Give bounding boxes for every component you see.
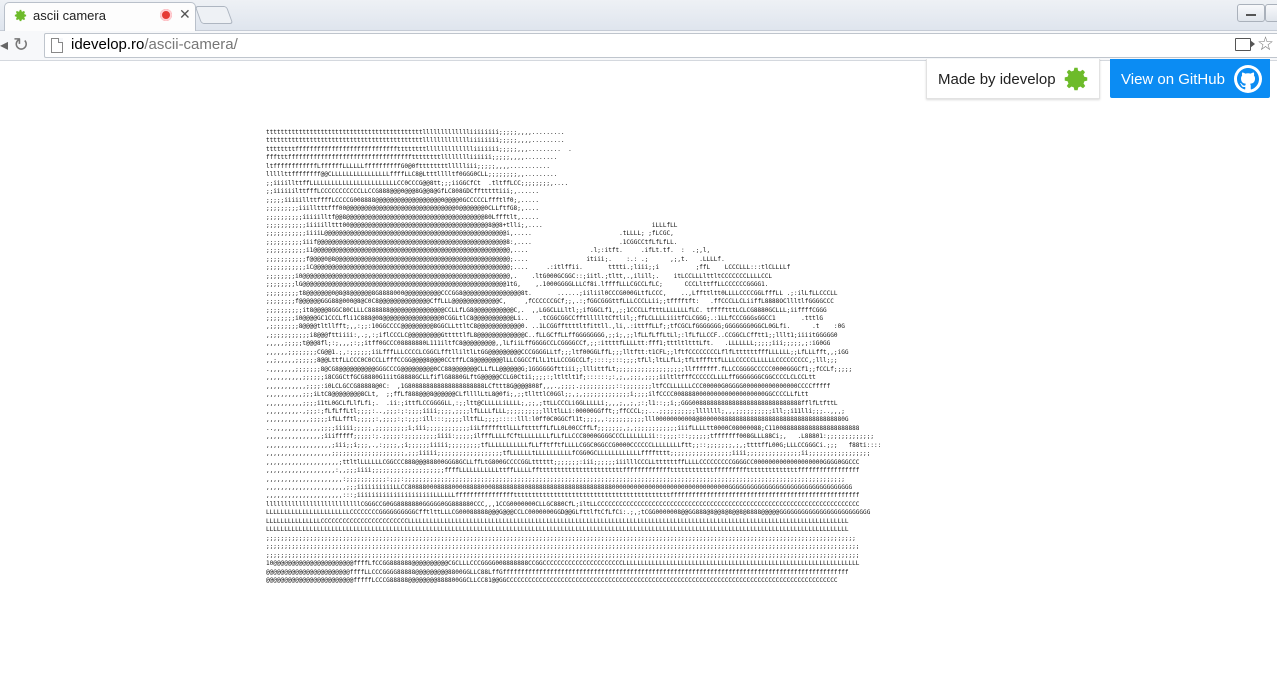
ascii-line: ;;;;;;;;;;it8@@@@8GGC80CLLLC888888@@@@@@… <box>266 306 827 314</box>
ascii-line: ffftttffffffffffffffffffffffffffffffffff… <box>266 154 558 162</box>
ascii-line: 10@@@@@@@@@@@@@@@@@@@@@@ffffLfCCGG888888… <box>266 560 860 568</box>
ascii-line: ;;;;;iiiiillttffffLCCCCG008888@@@@@@@@@@… <box>266 196 540 204</box>
gear-favicon-icon <box>13 8 28 28</box>
ascii-line: ,,,,,,,,,,,;;;;:i0LCLGCCG88888@0C: ,1G80… <box>266 382 831 390</box>
ascii-line: ;;;;;;;;lG@@@@@@@@@@@@@@@@@@@@@@@@@@@@@@… <box>266 281 769 289</box>
ascii-line: ,,,,,,,,,,;;;iLtC8@@@@@@@@8CLt, ;;ffLf88… <box>266 391 809 399</box>
ascii-line: tttttttttttttttttttttttttttttttttttttttt… <box>266 129 565 136</box>
ascii-line: ;;;;;;;;;;;iC@@@@@@@@@@@@@@@@@@@@@@@@@@@… <box>266 264 791 272</box>
maximize-window-button[interactable] <box>1265 4 1277 22</box>
ascii-line: ;;;;;;;;;;;i1@@@@@@@@@@@@@@@@@@@@@@@@@@@… <box>266 247 711 255</box>
ascii-line: LLLLLLLLLLLLLLLCCCCCCCCCCCCCCCCCCCCCCCCL… <box>266 517 849 525</box>
new-tab-button[interactable] <box>194 6 234 24</box>
ascii-line: ,,,,,,,,,,,,,,,,,,,:,,;;;iiii;;;;;;;;;;;… <box>266 467 860 475</box>
browser-toolbar: ◂ ↻ idevelop.ro/ascii-camera/ ☆ <box>0 31 1277 61</box>
ascii-line: ,,,,,,,,,,,,,,,,,,,,,:::;iiiiiiiiiiiiiii… <box>266 492 860 500</box>
ascii-line: ,;;;;;;;;8@@@@tltllfft;,,:;;:10GGCCCC@@@… <box>266 323 845 331</box>
made-by-label: Made by idevelop <box>938 71 1056 88</box>
ascii-line: ;;;;;;;;;;;;;;;;;;;;;;;;;;;;;;;;;;;;;;;;… <box>266 534 856 542</box>
ascii-line: LLLLLLLLLLLLLLLLLLLLLLLLLLLLLLLLLLLLLLLL… <box>266 526 849 534</box>
ascii-line: ;;;;;;;;f@@@@@@GGG88@000@8@C0C8@@@@@@@@@… <box>266 298 834 306</box>
ascii-line: ,,;,,,,,;;;;;;8@@LttfLLCCC0C0CCLLfffCCGG… <box>266 357 838 365</box>
ascii-line: @@@@@@@@@@@@@@@@@@@@@@@ffffLLCCCGGGG8888… <box>266 568 849 576</box>
ascii-line: ltffffffffffffLffffffLLLLLLffffffffffG0@… <box>266 162 550 170</box>
github-octocat-icon <box>1234 65 1262 93</box>
bookmark-star-icon[interactable]: ☆ <box>1257 33 1274 56</box>
ascii-line: ,,,,,,,,,,,,,,,,,,,,,:;;;;;;;;;;;:;;;:;;… <box>266 475 845 483</box>
reload-icon[interactable]: ↻ <box>13 34 29 57</box>
ascii-line: llllllllllllllllllllllllllCGGGCCG0GG8888… <box>266 500 860 508</box>
ascii-line: ,,,,,,,,,,;;;;i1tL0GCLfLlfLfi;. .ii:;itt… <box>266 399 838 407</box>
ascii-line: @@@@@@@@@@@@@@@@@@@@@@@@fffffLCCCG88888@… <box>266 577 838 585</box>
url-host: idevelop.ro <box>71 36 145 53</box>
ascii-line: ,,,,,,;;;;;;;;CG@@1.;,:;;;;;;iiLfffLLLCC… <box>266 348 849 356</box>
ascii-line: ;;;;;;;;i0@@@@GC1CCCLfli1C888@08@@@@@@@@… <box>266 314 824 322</box>
recording-indicator-icon <box>160 9 172 21</box>
back-arrow-icon[interactable]: ◂ <box>0 35 10 55</box>
ascii-line: ,,,,,,,,,,,,,,,,,,;;;;;;;;;;;;;;;;;;;;,;… <box>266 450 871 458</box>
github-button-label: View on GitHub <box>1121 71 1225 88</box>
ascii-line: ,,,,,,,,,,;;;;;;i8CGGCtfGCG8880G1iitG888… <box>266 374 816 382</box>
ascii-line: ;;;;;;;;;;;iiiiL@@@@@@@@@@@@@@@@@@@@@@@@… <box>266 230 674 238</box>
ascii-line: .,,,,,,,;;;;;;;8@CG8@@@@@@@@@@GGGCCCG@@@… <box>266 365 853 373</box>
ascii-line: ;;;;;;;;;;;f@@@@0@8@@@@@@@@@@@@@@@@@@@@@… <box>266 255 725 263</box>
ascii-line: ..,,,,,,,,,,,,,;;;;iiiii;;;;;,;;;;;;;;;i… <box>266 424 860 432</box>
ascii-line: lllllttffffffff@@CLLLLLLLLLLLLLLLLffffLL… <box>266 171 558 179</box>
view-on-github-button[interactable]: View on GitHub <box>1110 59 1270 98</box>
tab-strip: ascii camera ✕ <box>0 0 1277 31</box>
minimize-window-button[interactable] <box>1237 4 1265 22</box>
gear-icon <box>1061 64 1091 99</box>
ascii-line: ;;;;;;;;;;iiif@@@@@@@@@@@@@@@@@@@@@@@@@@… <box>266 238 678 246</box>
camera-icon[interactable] <box>1235 38 1255 51</box>
ascii-line: ;;;;;;;;;t8@@@@@@@0@8@8@@@@@@8G8888000@@… <box>266 289 838 297</box>
ascii-line: ,,,,,;;;;;t@@@8fl;:;,,,;:;;itff0GCCC0888… <box>266 340 831 348</box>
close-tab-icon[interactable]: ✕ <box>179 6 191 23</box>
ascii-line: ttttttttfffffffffffffffffffffffffffftttt… <box>266 145 572 153</box>
ascii-line: ;;;;;;;;i0@@@@@@@@@@@@@@@@@@@@@@@@@@@@@@… <box>266 272 773 280</box>
tab-title: ascii camera <box>33 8 106 23</box>
ascii-line: ,,,,,,,,,,,,;;;;;ifLLfftl;;;;;:,;;;;:;:;… <box>266 416 849 424</box>
ascii-camera-output: tttttttttttttttttttttttttttttttttttttttt… <box>266 129 986 685</box>
page-icon <box>51 38 63 53</box>
address-bar[interactable]: idevelop.ro/ascii-camera/ ☆ <box>44 33 1277 58</box>
ascii-line: ,;;;;;;;;;;;i8@@@fttiiii:,.;,:;iflCCCLC@… <box>266 331 838 339</box>
ascii-line: ;;;;;;;;;;;;;;;;;;;;;;;;;;;;;;;;;;;;;;;;… <box>266 551 860 559</box>
ascii-line: ,,,,,,,,,.,;;;:;fLfLffLtl;;;;:..,;;;:;:;… <box>266 407 845 415</box>
ascii-line: ;;;;;;;;;;iiiiilltf@@8@@@@@@@@@@@@@@@@@@… <box>266 213 540 221</box>
browser-tab-active[interactable]: ascii camera ✕ <box>4 2 196 31</box>
ascii-line: ;;iiiillttffLLLLLLLLLLLLLLLLLLLLLLLLCC0C… <box>266 179 569 187</box>
ascii-line: tttttttttttttttttttttttttttttttttttttttt… <box>266 137 565 145</box>
ascii-line: ,,,,,,,,,,,,,,,,,,;iii;;i;;;,.,:;;;;,;i;… <box>266 441 882 449</box>
ascii-line: ;;;;;;;;;;;iiiiillttt00@@@@@@@@@@@@@@@@@… <box>266 221 678 229</box>
url-path: /ascii-camera/ <box>144 36 238 53</box>
url-text[interactable]: idevelop.ro/ascii-camera/ <box>71 36 238 53</box>
made-by-badge[interactable]: Made by idevelop <box>926 59 1100 99</box>
ascii-line: ,,,,,,,,,,,,,,,;iiifffff;;;;;:;.;;;;;:;;… <box>266 433 874 441</box>
ascii-line: ;;;;;;;;;iiilltttfff00@@@@@@@@@@@@@@@@@@… <box>266 205 540 213</box>
ascii-line: LLLLLLLLLLLLLLLLLLLLLLLCCCCCCCCGGGGGGGGG… <box>266 509 871 517</box>
ascii-line: ;;iiiiiilttfffLCCCCCCCCCCCLLCCG888@@@0@@… <box>266 188 540 196</box>
ascii-line: ,,,,,,,,,,,,,,,,,,,,;ttltlLLLLLLCGGCCC88… <box>266 458 860 466</box>
ascii-line: ,,,,,,,,,,,,,,,,,,,,,,;;;iiiiiiiiiiLLCC8… <box>266 484 853 492</box>
ascii-line: ;;;;;;;;;;;;;;;;;;;;;;;;;;;;;;;;;;;;;;;;… <box>266 543 860 551</box>
